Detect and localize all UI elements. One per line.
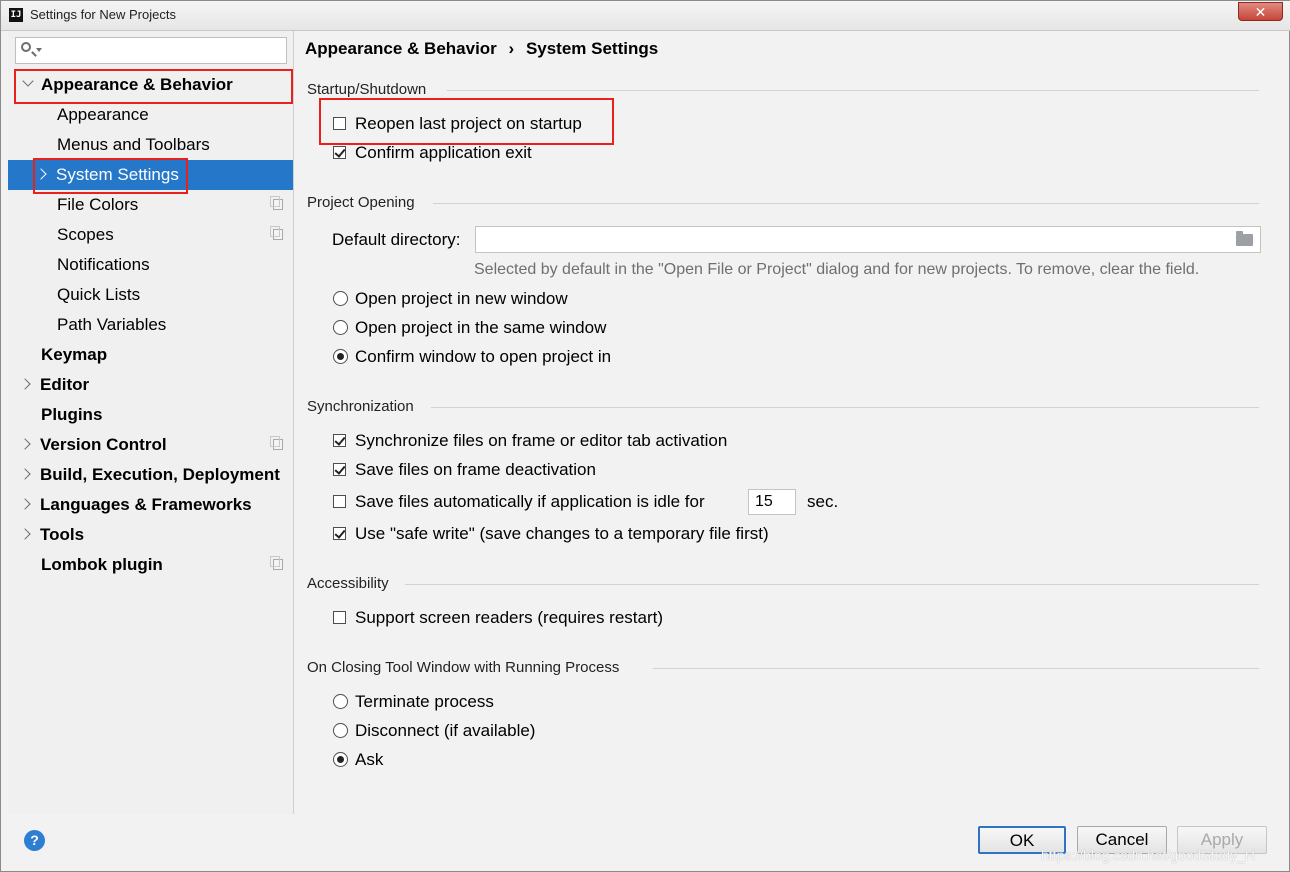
startup-section-title: Startup/Shutdown bbox=[307, 81, 427, 98]
chevron-right-icon[interactable] bbox=[19, 498, 31, 510]
chevron-right-icon[interactable] bbox=[19, 378, 31, 390]
breadcrumb-parent[interactable]: Appearance & Behavior bbox=[305, 39, 497, 58]
sidebar-item-label: Tools bbox=[40, 525, 85, 544]
sidebar-item-label: Path Variables bbox=[57, 315, 167, 334]
project-level-copy-icon bbox=[270, 436, 283, 450]
sidebar-item-label: Editor bbox=[40, 375, 90, 394]
intellij-app-icon: IJ bbox=[9, 8, 23, 22]
sidebar-item-label: Quick Lists bbox=[57, 285, 141, 304]
breadcrumb-separator-icon: › bbox=[508, 39, 515, 58]
sidebar-item-version-control[interactable]: Version Control bbox=[8, 430, 293, 460]
project-level-copy-icon bbox=[270, 196, 283, 210]
radio-label: Terminate process bbox=[355, 692, 494, 711]
sidebar-item-label: Plugins bbox=[41, 405, 103, 424]
close-window-button[interactable]: ✕ bbox=[1238, 2, 1283, 21]
sidebar-item-label: Keymap bbox=[41, 345, 108, 364]
annotation-highlight-box bbox=[33, 158, 188, 194]
settings-search-input[interactable] bbox=[15, 37, 287, 64]
section-divider bbox=[405, 584, 1259, 585]
sidebar-item-plugins[interactable]: Plugins bbox=[8, 400, 293, 430]
checkbox-box[interactable] bbox=[333, 527, 346, 540]
radio-circle[interactable] bbox=[333, 723, 348, 738]
sidebar-item-languages-frameworks[interactable]: Languages & Frameworks bbox=[8, 490, 293, 520]
closing-tool-window-section-title: On Closing Tool Window with Running Proc… bbox=[307, 659, 620, 676]
checkbox-label: Synchronize files on frame or editor tab… bbox=[355, 431, 728, 450]
watermark-text: https://blog.csdn.net/goodStudy_H bbox=[1041, 847, 1256, 863]
sidebar-item-appearance[interactable]: Appearance bbox=[8, 100, 293, 130]
radio-circle[interactable] bbox=[333, 320, 348, 335]
checkbox-box[interactable] bbox=[333, 117, 346, 130]
sidebar-item-label: Menus and Toolbars bbox=[57, 135, 210, 154]
search-history-dropdown-icon[interactable] bbox=[36, 48, 42, 52]
radio-label: Ask bbox=[355, 750, 384, 769]
radio-circle[interactable] bbox=[333, 752, 348, 767]
help-button[interactable]: ? bbox=[24, 830, 45, 851]
checkbox-box[interactable] bbox=[333, 495, 346, 508]
sidebar-item-menus-toolbars[interactable]: Menus and Toolbars bbox=[8, 130, 293, 160]
section-divider bbox=[431, 407, 1259, 408]
checkbox-label: Reopen last project on startup bbox=[355, 114, 582, 133]
idle-seconds-unit: sec. bbox=[807, 492, 839, 511]
checkbox-box[interactable] bbox=[333, 434, 346, 447]
checkbox-label: Confirm application exit bbox=[355, 143, 532, 162]
chevron-right-icon[interactable] bbox=[19, 438, 31, 450]
section-divider bbox=[447, 90, 1259, 91]
radio-circle[interactable] bbox=[333, 291, 348, 306]
sidebar-item-label: Notifications bbox=[57, 255, 150, 274]
radio-label: Open project in the same window bbox=[355, 318, 607, 337]
checkbox-box[interactable] bbox=[333, 146, 346, 159]
checkbox-box[interactable] bbox=[333, 463, 346, 476]
sidebar-item-label: Version Control bbox=[40, 435, 167, 454]
breadcrumb: Appearance & Behavior › System Settings bbox=[305, 39, 658, 59]
default-directory-field[interactable] bbox=[475, 226, 1261, 253]
chevron-right-icon[interactable] bbox=[19, 528, 31, 540]
sidebar-item-label: Languages & Frameworks bbox=[40, 495, 252, 514]
sidebar-item-label: Scopes bbox=[57, 225, 114, 244]
settings-window: IJ Settings for New Projects ✕ Appearanc… bbox=[0, 0, 1290, 872]
checkbox-label: Save files on frame deactivation bbox=[355, 460, 596, 479]
section-divider bbox=[433, 203, 1259, 204]
radio-label: Open project in new window bbox=[355, 289, 568, 308]
project-level-copy-icon bbox=[270, 556, 283, 570]
window-title: Settings for New Projects bbox=[30, 7, 176, 22]
sidebar-item-keymap[interactable]: Keymap bbox=[8, 340, 293, 370]
chevron-right-icon[interactable] bbox=[19, 468, 31, 480]
sidebar-item-quick-lists[interactable]: Quick Lists bbox=[8, 280, 293, 310]
sidebar-item-notifications[interactable]: Notifications bbox=[8, 250, 293, 280]
section-divider bbox=[653, 668, 1259, 669]
idle-seconds-input[interactable]: 15 bbox=[748, 489, 796, 515]
sidebar-item-file-colors[interactable]: File Colors bbox=[8, 190, 293, 220]
default-directory-label: Default directory: bbox=[332, 230, 461, 249]
sidebar-item-editor[interactable]: Editor bbox=[8, 370, 293, 400]
sidebar-item-label: Build, Execution, Deployment bbox=[40, 465, 280, 484]
sidebar-item-build-execution-deployment[interactable]: Build, Execution, Deployment bbox=[8, 460, 293, 490]
radio-label: Disconnect (if available) bbox=[355, 721, 536, 740]
default-directory-hint: Selected by default in the "Open File or… bbox=[474, 261, 1200, 278]
project-level-copy-icon bbox=[270, 226, 283, 240]
sidebar-item-lombok-plugin[interactable]: Lombok plugin bbox=[8, 550, 293, 580]
sidebar-item-label: File Colors bbox=[57, 195, 139, 214]
annotation-highlight-box bbox=[14, 69, 293, 104]
synchronization-section-title: Synchronization bbox=[307, 398, 414, 415]
folder-browse-icon[interactable] bbox=[1236, 231, 1253, 246]
checkbox-label: Use "safe write" (save changes to a temp… bbox=[355, 524, 769, 543]
radio-circle[interactable] bbox=[333, 694, 348, 709]
sidebar-item-path-variables[interactable]: Path Variables bbox=[8, 310, 293, 340]
title-bar[interactable]: IJ Settings for New Projects ✕ bbox=[1, 1, 1290, 31]
radio-circle[interactable] bbox=[333, 349, 348, 364]
sidebar-item-label: Appearance bbox=[57, 105, 149, 124]
breadcrumb-current: System Settings bbox=[525, 39, 659, 58]
radio-label: Confirm window to open project in bbox=[355, 347, 612, 366]
project-opening-section-title: Project Opening bbox=[307, 194, 415, 211]
sidebar-item-label: Lombok plugin bbox=[41, 555, 163, 574]
accessibility-section-title: Accessibility bbox=[307, 575, 389, 592]
search-icon bbox=[21, 42, 31, 52]
checkbox-label: Support screen readers (requires restart… bbox=[355, 608, 664, 627]
sidebar-item-scopes[interactable]: Scopes bbox=[8, 220, 293, 250]
checkbox-label: Save files automatically if application … bbox=[355, 492, 705, 511]
sidebar-item-tools[interactable]: Tools bbox=[8, 520, 293, 550]
checkbox-box[interactable] bbox=[333, 611, 346, 624]
